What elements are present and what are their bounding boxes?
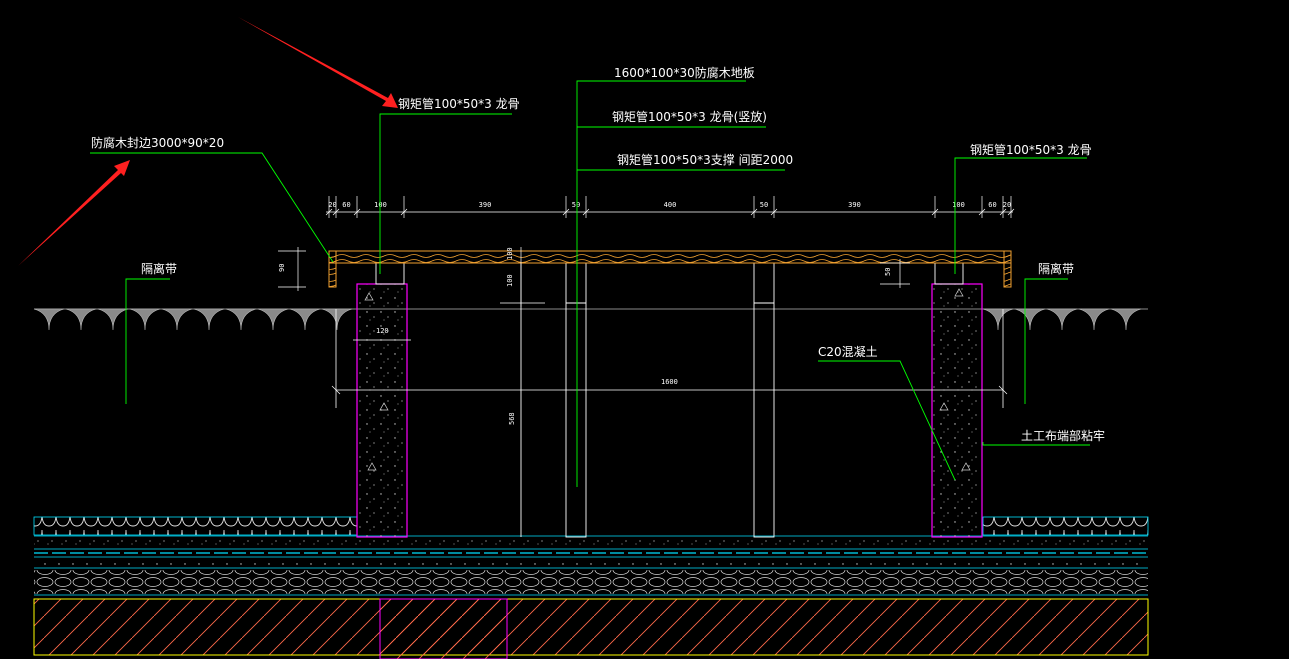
dim-drop-right: 50 [884, 268, 892, 276]
ground-hatch-mark [33, 308, 65, 331]
ground-hatch-right [982, 308, 1142, 331]
label-keel-left: 钢矩管100*50*3 龙骨 [398, 96, 520, 111]
label-deck: 1600*100*30防腐木地板 [614, 65, 755, 80]
dim-overall-width: 1600 [661, 378, 678, 386]
label-brace: 钢矩管100*50*3支撑 间距2000 [617, 152, 793, 167]
dim-keel-height: 100 [506, 274, 514, 287]
ground-hatch-mark [129, 308, 161, 331]
ground-hatch-mark [321, 308, 353, 331]
concrete-column-left [356, 283, 408, 538]
dimension-value: 390 [479, 201, 492, 209]
ground-hatch-mark [1014, 308, 1046, 331]
red-arrow-icon [18, 160, 130, 266]
ground-hatch-mark [289, 308, 321, 331]
dim-column-width: 120 [376, 327, 389, 335]
steel-frame [336, 262, 1003, 538]
ground-hatch-mark [65, 308, 97, 331]
timber-deck [328, 250, 1012, 288]
concrete-column-right [931, 283, 983, 538]
label-edge-wood: 防腐木封边3000*90*20 [91, 135, 224, 150]
dimension-value: 20 [1003, 201, 1011, 209]
label-isolation-right: 隔离带 [1038, 261, 1074, 276]
dim-column-depth: 568 [508, 412, 516, 425]
dimension-texts-top: 20 60 100 390 50 400 50 390 100 60 20 [328, 201, 1011, 209]
ground-hatch-mark [161, 308, 193, 331]
label-concrete: C20混凝土 [818, 344, 878, 359]
dimension-value: 100 [374, 201, 387, 209]
dimension-value: 60 [342, 201, 350, 209]
dimension-value: 60 [988, 201, 996, 209]
label-geotextile: 土工布端部粘牢 [1021, 428, 1105, 443]
ground-hatch-left [33, 308, 353, 331]
ground-hatch-mark [1110, 308, 1142, 331]
ground-hatch-mark [257, 308, 289, 331]
ground-hatch-mark [225, 308, 257, 331]
dimension-value: 100 [952, 201, 965, 209]
ground-hatch-mark [193, 308, 225, 331]
label-keel-vertical: 钢矩管100*50*3 龙骨(竖放) [612, 109, 767, 124]
base-layers [33, 516, 1149, 659]
ground-hatch-mark [1046, 308, 1078, 331]
dimension-value: 50 [760, 201, 768, 209]
label-keel-right: 钢矩管100*50*3 龙骨 [970, 142, 1092, 157]
cad-drawing: 20 60 100 390 50 400 50 390 100 60 20 90 100 100 5… [18, 17, 1149, 659]
dim-edge-height: 90 [278, 264, 286, 272]
dimension-value: 50 [572, 201, 580, 209]
ground-hatch-mark [97, 308, 129, 331]
dimension-value: 20 [328, 201, 336, 209]
dimension-value: 400 [664, 201, 677, 209]
ground-hatch-mark [1078, 308, 1110, 331]
dim-deck-height: 100 [506, 247, 514, 260]
ground-hatch-mark [982, 308, 1014, 331]
red-arrow-icon [238, 17, 398, 108]
dimension-value: 390 [848, 201, 861, 209]
label-isolation-left: 隔离带 [141, 261, 177, 276]
